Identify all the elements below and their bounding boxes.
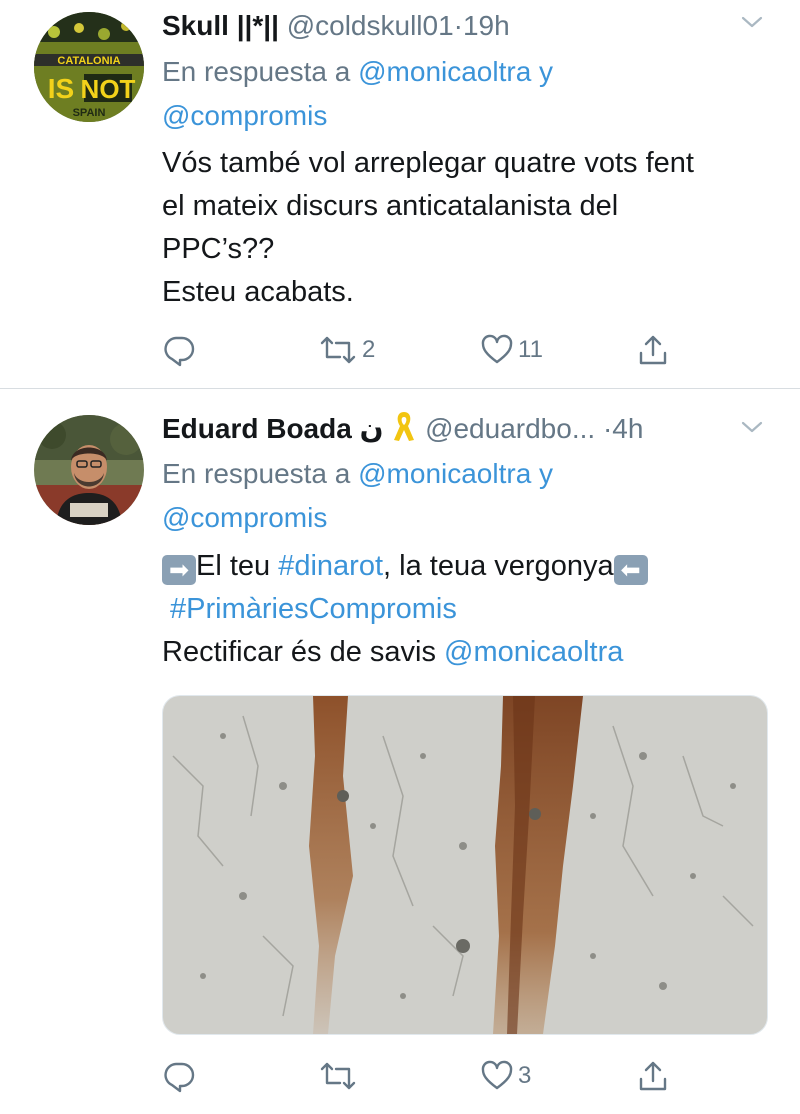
tweet-text-line: Rectificar és de savis @monicaoltra [162,631,772,674]
like-count: 11 [518,336,543,363]
share-icon [636,333,670,367]
like-count: 3 [518,1062,532,1089]
handle[interactable]: @coldskull01 [287,10,454,41]
mention-link[interactable]: @compromis [162,100,327,131]
timestamp[interactable]: 19h [463,10,510,41]
tweet-text-line: Esteu acabats. [162,276,354,308]
mention-link[interactable]: @monicaoltra [358,56,531,87]
reply-context: En respuesta a @monicaoltra y @compromis [162,50,762,138]
avatar-word-3: NOT [81,74,136,104]
share-button[interactable] [636,330,670,370]
reply-button[interactable] [162,1056,196,1096]
retweet-count: 2 [362,336,376,363]
avatar-word-2: IS [48,73,74,104]
arrow-right-icon: ➡ [162,555,196,585]
reply-icon [162,333,196,367]
reply-and: y [531,56,554,87]
tweet-text: Vós també vol arreplegar quatre vots fen… [162,142,772,314]
retweet-icon [318,333,358,367]
mention-link[interactable]: @monicaoltra [444,636,623,668]
mention-link[interactable]: @monicaoltra [358,458,531,489]
reply-icon [162,1059,196,1093]
timestamp[interactable]: 4h [612,413,643,444]
like-button[interactable]: 11 [480,330,543,370]
reply-prefix: En respuesta a [162,56,359,87]
name-symbol: ن [359,413,384,444]
reply-button[interactable] [162,330,196,370]
dot-separator: · [602,413,613,444]
reply-context: En respuesta a @monicaoltra y @compromis [162,452,762,540]
tweet-2[interactable]: Eduard Boada ن @eduardbo... ·4h En respu… [0,389,800,1114]
avatar[interactable] [34,415,144,525]
tweet-text: ➡ El teu #dinarot, la teua vergonya ⬅ #Pri… [162,545,772,674]
tweet-actions: 3 [0,1056,800,1096]
avatar-word-1: CATALONIA [57,55,120,67]
like-icon [480,333,514,367]
share-icon [636,1059,670,1093]
display-name[interactable]: Eduard Boada [162,413,352,444]
hashtag-link[interactable]: #PrimàriesCompromis [170,593,457,625]
retweet-button[interactable] [318,1056,362,1096]
like-icon [480,1059,514,1093]
retweet-button[interactable]: 2 [318,330,375,370]
tweet-actions: 2 11 [0,330,800,370]
tweet-text-line: ➡ El teu #dinarot, la teua vergonya ⬅ [162,545,772,588]
like-button[interactable]: 3 [480,1056,531,1096]
tweet-text-line: PPC’s?? [162,233,275,265]
tweet-header: Skull ||*|| @coldskull01·19h [162,6,762,46]
chevron-down-icon[interactable] [740,415,764,444]
display-name[interactable]: Skull ||*|| [162,10,279,41]
handle[interactable]: @eduardbo... [425,413,595,444]
reply-and: y [531,458,554,489]
retweet-icon [318,1059,358,1093]
tweet-text-line: el mateix discurs anticatalanista del [162,190,619,222]
tweet-image[interactable] [162,695,768,1035]
arrow-left-icon: ⬅ [613,555,648,585]
yellow-ribbon-icon [391,410,417,444]
avatar[interactable]: CATALONIA IS NOT SPAIN [34,12,144,122]
reply-prefix: En respuesta a [162,458,359,489]
avatar-word-4: SPAIN [73,107,106,119]
dot-separator: · [453,10,463,41]
share-button[interactable] [636,1056,670,1096]
body-text: El teu [196,550,279,582]
tweet-header: Eduard Boada ن @eduardbo... ·4h [162,409,762,449]
mention-link[interactable]: @compromis [162,502,327,533]
hashtag-link[interactable]: #dinarot [278,550,383,582]
chevron-down-icon[interactable] [740,10,764,39]
body-text: , la teua vergonya [383,550,614,582]
tweet-1[interactable]: CATALONIA IS NOT SPAIN Skull ||*|| @cold… [0,0,800,388]
body-text: Rectificar és de savis [162,636,445,668]
tweet-text-line: #PrimàriesCompromis [162,588,772,631]
tweet-text-line: Vós també vol arreplegar quatre vots fen… [162,147,694,179]
